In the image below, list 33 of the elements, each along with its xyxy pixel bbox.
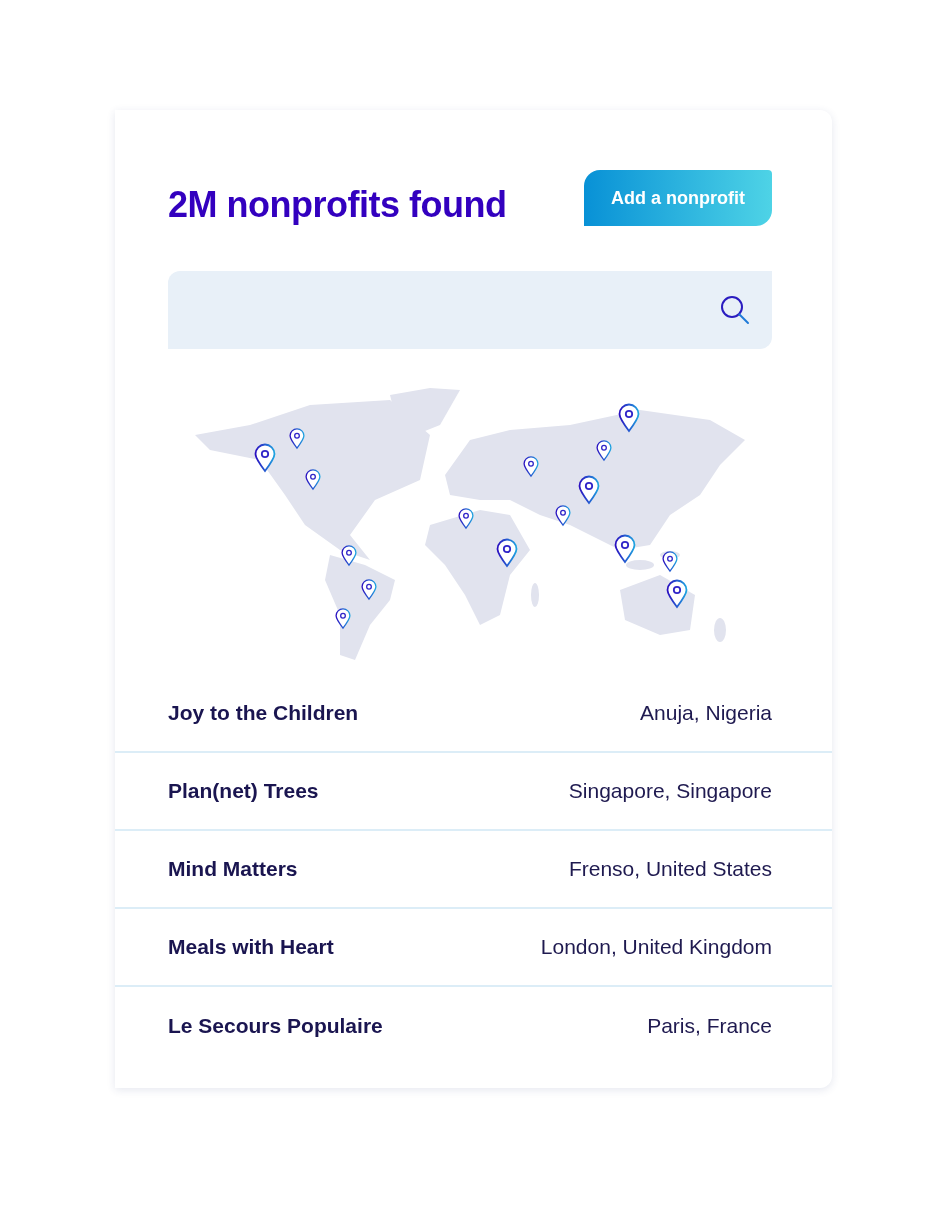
nonprofit-name: Meals with Heart — [168, 935, 334, 959]
search-icon[interactable] — [720, 295, 750, 325]
map-pin-icon — [305, 469, 321, 490]
nonprofit-location: Paris, France — [647, 1014, 772, 1038]
search-field[interactable] — [168, 271, 772, 349]
map-pin-icon — [458, 508, 474, 529]
nonprofit-name: Plan(net) Trees — [168, 779, 319, 803]
map-pin-icon — [361, 579, 377, 600]
map-pin-icon — [289, 428, 305, 449]
add-nonprofit-button[interactable]: Add a nonprofit — [584, 170, 772, 226]
map-pin-icon — [254, 443, 276, 472]
map-pin-icon — [662, 551, 678, 572]
island-shape — [626, 560, 654, 570]
nonprofit-name: Joy to the Children — [168, 701, 359, 725]
map-pin-icon — [335, 608, 351, 629]
nonprofit-name: Mind Matters — [168, 857, 298, 881]
map-pin-icon — [341, 545, 357, 566]
nonprofit-location: London, United Kingdom — [540, 935, 772, 959]
map-pin-icon — [555, 505, 571, 526]
nonprofit-location: Singapore, Singapore — [568, 779, 772, 803]
map-pin-icon — [523, 456, 539, 477]
map-pin-icon — [666, 579, 688, 608]
nonprofit-location: Anuja, Nigeria — [640, 701, 772, 725]
nonprofit-location: Frenso, United States — [568, 857, 772, 881]
map-pin-icon — [578, 475, 600, 504]
nonprofit-name: Le Secours Populaire — [168, 1014, 383, 1038]
results-title: 2M nonprofits found — [168, 184, 507, 226]
island-shape — [531, 583, 539, 607]
map-pin-icon — [596, 440, 612, 461]
map-pin-icon — [614, 534, 636, 563]
island-shape — [714, 618, 726, 642]
map-pin-icon — [496, 538, 518, 567]
map-pin-icon — [618, 403, 640, 432]
